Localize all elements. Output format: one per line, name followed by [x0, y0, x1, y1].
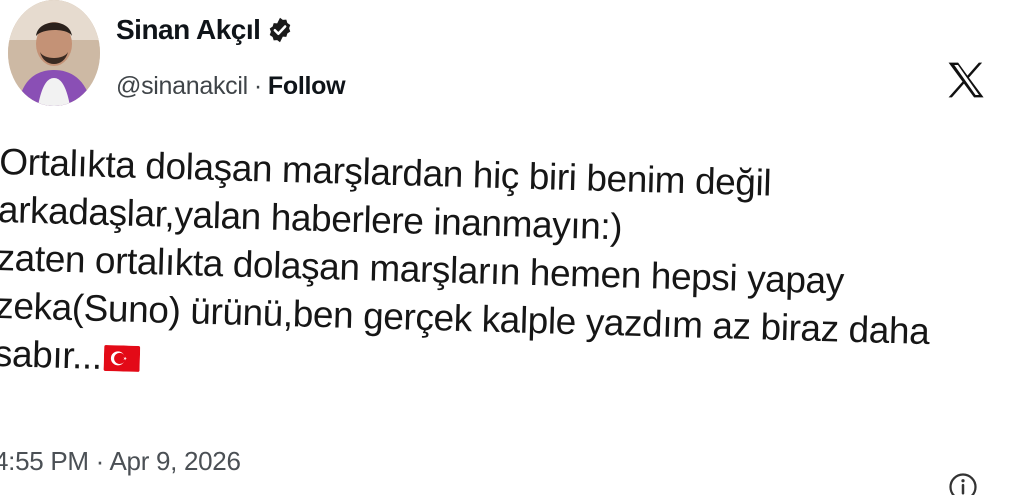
name-row: Sinan Akçıl: [116, 10, 345, 50]
display-name[interactable]: Sinan Akçıl: [116, 14, 261, 46]
handle-row: @sinanakcil · Follow: [116, 72, 346, 101]
tweet-text: Ortalıkta dolaşan marşlardan hiç biri be…: [0, 138, 1000, 406]
tweet-card: Sinan Akçıl @sinanakcil · Follow Ortalık…: [0, 0, 1013, 495]
tweet-timestamp[interactable]: 4:55 PM · Apr 9, 2026: [0, 446, 241, 477]
turkey-flag-emoji: [103, 345, 141, 372]
handle[interactable]: @sinanakcil: [116, 72, 248, 101]
x-logo-icon[interactable]: [944, 58, 988, 102]
info-icon[interactable]: [948, 472, 978, 495]
profile-photo: [8, 0, 100, 106]
verified-badge-icon: [270, 17, 291, 43]
avatar[interactable]: [8, 0, 100, 106]
follow-button[interactable]: Follow: [268, 72, 346, 101]
author-block: Sinan Akçıl @sinanakcil · Follow: [116, 10, 346, 101]
separator: ·: [253, 72, 262, 100]
tweet-line: sabır...: [0, 332, 103, 377]
